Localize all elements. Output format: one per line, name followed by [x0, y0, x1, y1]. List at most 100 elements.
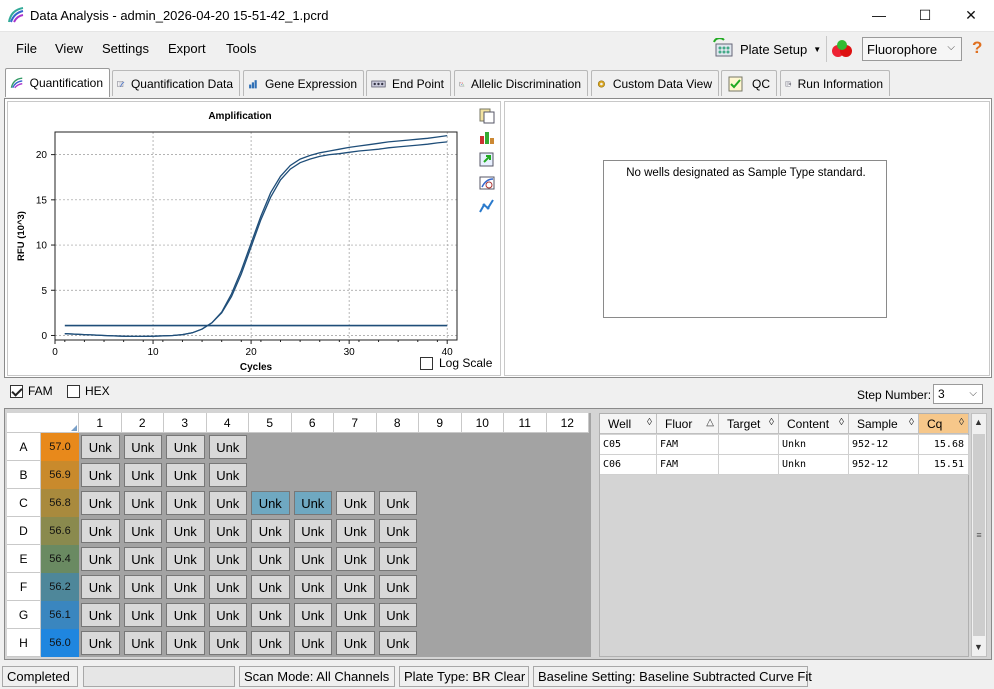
- row-header[interactable]: C: [7, 489, 41, 517]
- scroll-down-icon[interactable]: ▼: [974, 642, 983, 652]
- plate-well[interactable]: Unk: [166, 491, 205, 515]
- fam-toggle[interactable]: FAM: [10, 384, 53, 398]
- tab-quantification-data[interactable]: Quantification Data: [112, 70, 240, 96]
- plate-well[interactable]: Unk: [251, 631, 290, 655]
- chart-tools-icon[interactable]: [478, 128, 496, 146]
- plate-well[interactable]: Unk: [378, 491, 417, 515]
- plate-well[interactable]: Unk: [208, 575, 247, 599]
- plate-well[interactable]: Unk: [123, 603, 162, 627]
- plate-well[interactable]: Unk: [336, 631, 375, 655]
- row-header[interactable]: G: [7, 601, 41, 629]
- row-header[interactable]: A: [7, 433, 41, 461]
- column-header-content[interactable]: Content ◊: [779, 414, 849, 434]
- column-header-cq[interactable]: Cq ◊: [919, 414, 969, 434]
- plate-well[interactable]: Unk: [378, 519, 417, 543]
- plate-well[interactable]: Unk: [81, 603, 120, 627]
- curve-options-icon[interactable]: [478, 197, 496, 215]
- tab-custom-data-view[interactable]: Custom Data View: [591, 70, 719, 96]
- plate-well[interactable]: Unk: [336, 547, 375, 571]
- row-header[interactable]: B: [7, 461, 41, 489]
- plate-well[interactable]: Unk: [336, 603, 375, 627]
- plate-well[interactable]: Unk: [293, 547, 332, 571]
- column-header[interactable]: 11: [504, 413, 547, 433]
- fam-checkbox[interactable]: [10, 384, 23, 398]
- maximize-button[interactable]: ☐: [902, 0, 948, 30]
- column-header[interactable]: 3: [164, 413, 207, 433]
- plate-well[interactable]: Unk: [336, 575, 375, 599]
- plate-well[interactable]: Unk: [123, 491, 162, 515]
- plate-well[interactable]: Unk: [378, 547, 417, 571]
- step-number-dropdown[interactable]: 3 ⌵: [933, 384, 983, 404]
- column-header[interactable]: 6: [291, 413, 334, 433]
- tab-gene-expression[interactable]: Gene Expression: [243, 70, 364, 96]
- plate-corner[interactable]: [7, 413, 79, 433]
- column-header[interactable]: 12: [546, 413, 589, 433]
- tab-run-information[interactable]: Run Information: [780, 70, 890, 96]
- column-header[interactable]: 8: [376, 413, 419, 433]
- plate-well[interactable]: Unk: [293, 575, 332, 599]
- well-color-button[interactable]: [826, 36, 856, 62]
- copy-icon[interactable]: [478, 106, 496, 124]
- log-scale-toggle[interactable]: Log Scale: [420, 356, 492, 370]
- column-header[interactable]: 2: [121, 413, 164, 433]
- plate-well[interactable]: Unk: [208, 631, 247, 655]
- column-header[interactable]: 9: [419, 413, 462, 433]
- plate-well[interactable]: Unk: [208, 435, 247, 459]
- log-scale-checkbox[interactable]: [420, 356, 433, 370]
- column-header[interactable]: 10: [461, 413, 504, 433]
- menu-view[interactable]: View: [55, 41, 83, 56]
- menu-file[interactable]: File: [16, 41, 37, 56]
- plate-well[interactable]: Unk: [166, 435, 205, 459]
- menu-settings[interactable]: Settings: [102, 41, 149, 56]
- menu-export[interactable]: Export: [168, 41, 206, 56]
- minimize-button[interactable]: —: [856, 0, 902, 30]
- scroll-up-icon[interactable]: ▲: [974, 417, 983, 427]
- row-header[interactable]: D: [7, 517, 41, 545]
- tab-quantification[interactable]: Quantification: [5, 68, 110, 97]
- column-header-target[interactable]: Target ◊: [719, 414, 779, 434]
- plate-well[interactable]: Unk: [251, 519, 290, 543]
- plate-well[interactable]: Unk: [123, 519, 162, 543]
- plate-well[interactable]: Unk: [166, 603, 205, 627]
- plate-well[interactable]: Unk: [293, 491, 332, 515]
- column-header[interactable]: 7: [334, 413, 377, 433]
- plate-well[interactable]: Unk: [293, 603, 332, 627]
- export-chart-icon[interactable]: [478, 151, 496, 169]
- table-row[interactable]: C05 FAM Unkn 952-12 15.68: [600, 435, 969, 455]
- plate-well[interactable]: Unk: [123, 631, 162, 655]
- plate-well[interactable]: Unk: [81, 519, 120, 543]
- plate-well[interactable]: Unk: [293, 519, 332, 543]
- plate-well[interactable]: Unk: [166, 575, 205, 599]
- plate-well[interactable]: Unk: [378, 603, 417, 627]
- plate-well[interactable]: Unk: [81, 435, 120, 459]
- zoom-chart-icon[interactable]: [478, 174, 496, 192]
- plate-well[interactable]: Unk: [81, 491, 120, 515]
- plate-well[interactable]: Unk: [208, 463, 247, 487]
- column-header[interactable]: 5: [249, 413, 292, 433]
- scrollbar-thumb[interactable]: ≡: [973, 434, 985, 636]
- tab-qc[interactable]: QC: [721, 70, 777, 96]
- row-header[interactable]: F: [7, 573, 41, 601]
- plate-well[interactable]: Unk: [378, 631, 417, 655]
- row-header[interactable]: E: [7, 545, 41, 573]
- column-header-well[interactable]: Well ◊: [600, 414, 657, 434]
- tab-allelic-discrimination[interactable]: Allelic Discrimination: [454, 70, 588, 96]
- plate-well[interactable]: Unk: [81, 463, 120, 487]
- column-header[interactable]: 1: [79, 413, 122, 433]
- plate-well[interactable]: Unk: [81, 575, 120, 599]
- plate-well[interactable]: Unk: [208, 519, 247, 543]
- fluorophore-dropdown[interactable]: Fluorophore ⌵: [862, 37, 962, 61]
- plate-well[interactable]: Unk: [251, 603, 290, 627]
- hex-toggle[interactable]: HEX: [67, 384, 110, 398]
- plate-well[interactable]: Unk: [251, 547, 290, 571]
- plate-well[interactable]: Unk: [123, 575, 162, 599]
- plate-well[interactable]: Unk: [81, 547, 120, 571]
- plate-well[interactable]: Unk: [336, 519, 375, 543]
- plate-well[interactable]: Unk: [123, 463, 162, 487]
- column-header[interactable]: 4: [206, 413, 249, 433]
- row-header[interactable]: H: [7, 629, 41, 657]
- plate-well[interactable]: Unk: [208, 547, 247, 571]
- help-icon[interactable]: ?: [972, 38, 982, 58]
- hex-checkbox[interactable]: [67, 384, 80, 398]
- plate-well[interactable]: Unk: [251, 575, 290, 599]
